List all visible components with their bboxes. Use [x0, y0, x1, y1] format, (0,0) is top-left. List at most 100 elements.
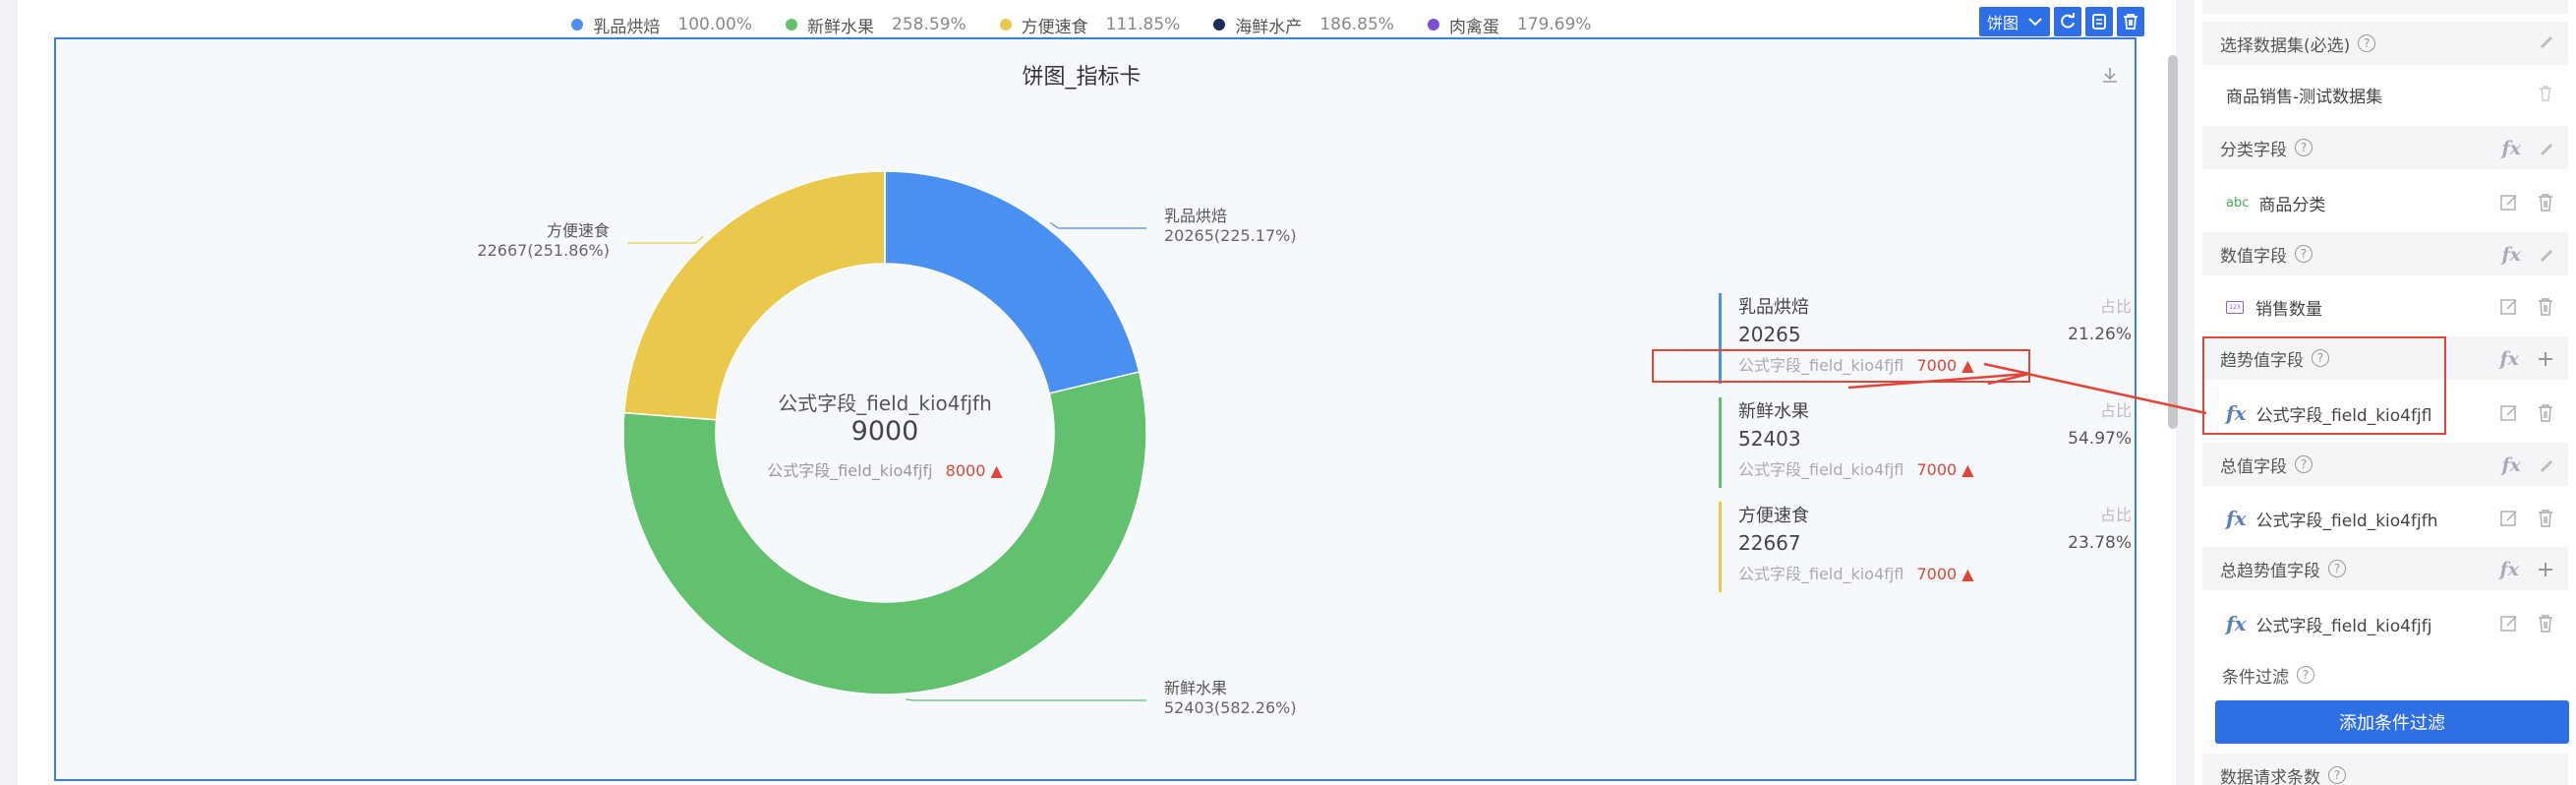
value-field-value: 销售数量 — [2255, 299, 2322, 320]
section-icons: fx — [2501, 244, 2554, 266]
edit-icon[interactable] — [2499, 403, 2519, 423]
help-icon[interactable]: ? — [2328, 560, 2346, 577]
card-share-label: 占比 — [2099, 506, 2132, 524]
plus-icon[interactable] — [2537, 561, 2554, 578]
card-trend-label: 公式字段_field_kio4fjfl — [1738, 460, 1904, 479]
trash-icon[interactable] — [2537, 85, 2554, 102]
category-field-row[interactable]: abc 商品分类 — [2202, 173, 2568, 232]
section-icons: fx — [2499, 559, 2554, 580]
trash-icon[interactable] — [2537, 614, 2554, 634]
card-trend: 公式字段_field_kio4fjfl 7000 ▲ — [1738, 561, 1974, 584]
section-title: 总值字段 — [2220, 456, 2287, 477]
card-name: 方便速食 — [1738, 506, 1809, 526]
total-section-header: 总值字段 ? fx — [2202, 443, 2568, 486]
section-icons — [2539, 33, 2554, 49]
card-share-label: 占比 — [2099, 401, 2132, 420]
help-icon[interactable]: ? — [2295, 455, 2313, 473]
screen: 乳品烘焙 100.00% 新鲜水果 258.59% 方便速食 111.85% 海… — [0, 0, 2576, 785]
help-icon[interactable]: ? — [2295, 245, 2313, 263]
help-icon[interactable]: ? — [2358, 34, 2376, 52]
section-icons: fx — [2499, 348, 2554, 370]
card-share-label: 占比 — [2099, 297, 2132, 316]
edit-icon[interactable] — [2539, 247, 2554, 263]
request-count-section-header: 数据请求条数 ? — [2202, 754, 2568, 785]
canvas-scrollbar[interactable] — [2168, 55, 2178, 429]
section-title: 选择数据集(必选) — [2220, 35, 2351, 56]
card-trend-value: 7000 ▲ — [1916, 565, 1974, 583]
value-field-row[interactable]: 123 销售数量 — [2202, 277, 2568, 336]
row-icons — [2537, 85, 2554, 102]
dataset-value: 商品销售-测试数据集 — [2226, 87, 2383, 107]
edit-icon[interactable] — [2499, 297, 2519, 317]
trash-icon[interactable] — [2537, 403, 2554, 423]
section-title: 数值字段 — [2220, 246, 2287, 267]
plus-icon[interactable] — [2537, 350, 2554, 368]
category-value: 商品分类 — [2258, 195, 2326, 215]
edit-icon[interactable] — [2499, 193, 2519, 212]
row-icons — [2499, 614, 2554, 634]
formula-icon[interactable]: fx — [2501, 138, 2521, 159]
slice-label-name: 方便速食 — [546, 221, 610, 240]
donut-slice[interactable] — [622, 170, 886, 421]
formula-icon[interactable]: fx — [2501, 244, 2521, 266]
dataset-row[interactable]: 商品销售-测试数据集 — [2202, 65, 2568, 124]
slice-label-value: 52403(582.26%) — [1164, 698, 1297, 717]
number-type-icon: 123 — [2226, 300, 2244, 314]
section-title: 分类字段 — [2220, 140, 2287, 160]
center-trend: 公式字段_field_kio4fjfj 8000 ▲ — [688, 457, 1082, 481]
donut-chart — [622, 170, 1147, 701]
indicator-card[interactable]: 新鲜水果 52403 公式字段_field_kio4fjfl 7000 ▲ 占比… — [1719, 397, 2132, 488]
dataset-section-header: 选择数据集(必选) ? — [2202, 22, 2568, 65]
edit-icon[interactable] — [2539, 141, 2554, 156]
section-icons: fx — [2501, 454, 2554, 476]
total-field-row[interactable]: fx 公式字段_field_kio4fjfh — [2202, 489, 2568, 548]
total-trend-field-value: 公式字段_field_kio4fjfj — [2255, 616, 2432, 636]
edit-icon[interactable] — [2539, 457, 2554, 473]
row-icons — [2499, 297, 2554, 317]
panel-section-header — [2202, 0, 2568, 14]
edit-icon[interactable] — [2499, 614, 2519, 634]
slice-label-name: 乳品烘焙 — [1164, 207, 1228, 225]
total-trend-section-header: 总趋势值字段 ? fx — [2202, 547, 2568, 590]
filter-section-header: 条件过滤 ? — [2202, 653, 2568, 696]
section-title: 数据请求条数 — [2220, 767, 2320, 785]
card-name: 乳品烘焙 — [1738, 297, 1809, 318]
center-trend-label: 公式字段_field_kio4fjfj — [767, 461, 933, 480]
card-name: 新鲜水果 — [1738, 401, 1809, 422]
card-value: 20265 — [1738, 323, 1801, 346]
add-filter-button[interactable]: 添加条件过滤 — [2215, 700, 2569, 744]
trash-icon[interactable] — [2537, 297, 2554, 317]
slice-label-value: 20265(225.17%) — [1164, 226, 1297, 245]
text-type-icon: abc — [2226, 195, 2250, 211]
center-value: 9000 — [850, 416, 919, 447]
card-share: 54.97% — [2068, 429, 2132, 449]
edit-icon[interactable] — [2539, 33, 2554, 49]
card-color-bar — [1719, 397, 1722, 488]
help-icon[interactable]: ? — [2328, 766, 2346, 784]
total-field-value: 公式字段_field_kio4fjfh — [2255, 511, 2438, 531]
trash-icon[interactable] — [2537, 509, 2554, 528]
card-value: 22667 — [1738, 531, 1801, 555]
card-share: 21.26% — [2068, 325, 2132, 344]
formula-icon[interactable]: fx — [2499, 348, 2519, 370]
center-trend-value: 8000 ▲ — [945, 461, 1003, 480]
card-value: 52403 — [1738, 427, 1801, 451]
indicator-card[interactable]: 方便速食 22667 公式字段_field_kio4fjfl 7000 ▲ 占比… — [1719, 502, 2132, 592]
formula-icon[interactable]: fx — [2499, 559, 2519, 580]
annotation-box — [1652, 349, 2030, 383]
total-trend-field-row[interactable]: fx 公式字段_field_kio4fjfj — [2202, 594, 2568, 653]
slice-label: 方便速食 22667(251.86%) — [472, 221, 610, 261]
row-icons — [2499, 509, 2554, 528]
help-icon[interactable]: ? — [2297, 666, 2314, 684]
formula-field-icon: fx — [2226, 612, 2247, 635]
card-trend-label: 公式字段_field_kio4fjfl — [1738, 565, 1904, 583]
edit-icon[interactable] — [2499, 509, 2519, 528]
slice-leader-line — [627, 235, 704, 244]
formula-icon[interactable]: fx — [2501, 454, 2521, 476]
trash-icon[interactable] — [2537, 193, 2554, 212]
section-icons: fx — [2501, 138, 2554, 159]
donut-slice[interactable] — [884, 170, 1141, 394]
help-icon[interactable]: ? — [2295, 139, 2313, 156]
card-trend: 公式字段_field_kio4fjfl 7000 ▲ — [1738, 456, 1974, 480]
slice-leader-line — [906, 698, 1146, 701]
